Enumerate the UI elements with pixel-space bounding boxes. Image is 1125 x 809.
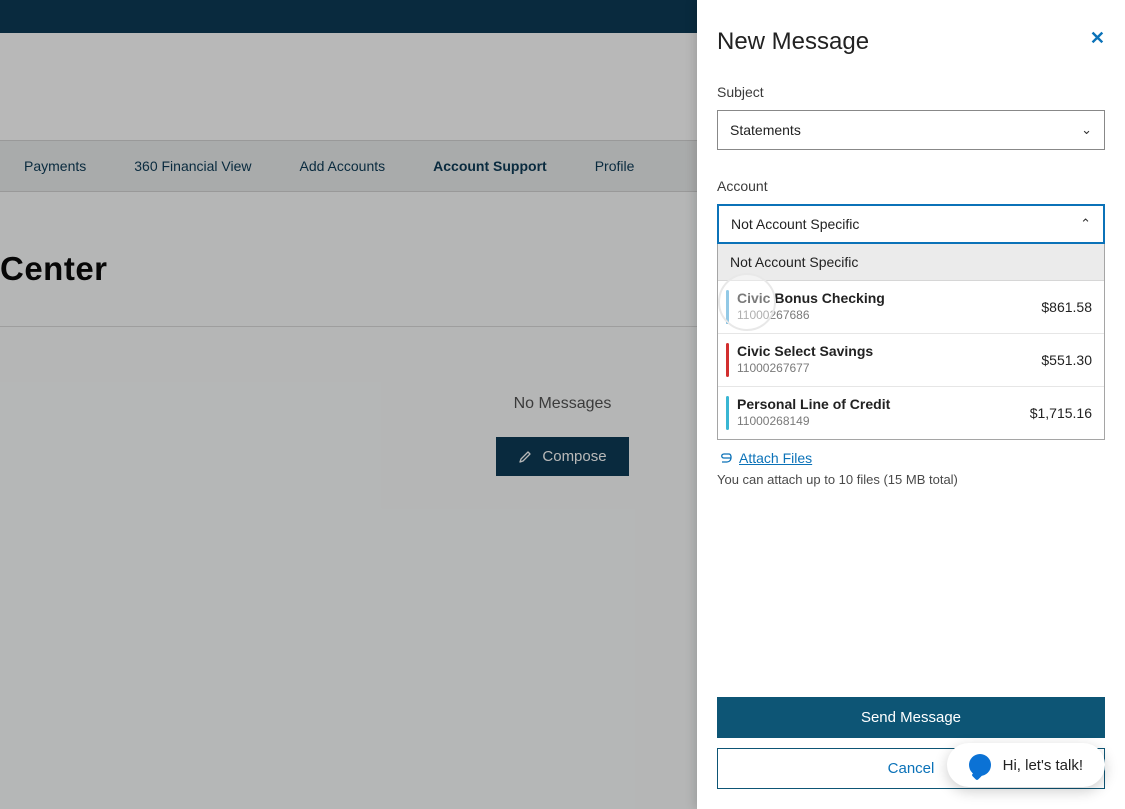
- send-message-button[interactable]: Send Message: [717, 697, 1105, 738]
- chevron-down-icon: ⌄: [1081, 122, 1092, 138]
- account-number: 11000268149: [737, 414, 890, 428]
- chat-icon: [969, 754, 991, 776]
- chat-widget[interactable]: Hi, let's talk!: [947, 743, 1105, 787]
- attach-files-link[interactable]: Attach Files: [717, 450, 812, 466]
- chat-text: Hi, let's talk!: [1003, 757, 1083, 774]
- attach-files-label: Attach Files: [739, 450, 812, 466]
- account-option[interactable]: Civic Select Savings 11000267677 $551.30: [718, 334, 1104, 387]
- chevron-up-icon: ⌃: [1080, 216, 1091, 232]
- close-icon[interactable]: ✕: [1090, 28, 1105, 49]
- subject-value: Statements: [730, 122, 801, 138]
- dropdown-option-none[interactable]: Not Account Specific: [718, 244, 1104, 281]
- account-option[interactable]: Personal Line of Credit 11000268149 $1,715…: [718, 387, 1104, 439]
- account-name: Civic Bonus Checking: [737, 290, 885, 306]
- account-option[interactable]: Civic Bonus Checking 11000267686 $861.58: [718, 281, 1104, 334]
- account-number: 11000267686: [737, 308, 885, 322]
- subject-label: Subject: [717, 84, 1105, 100]
- account-label: Account: [717, 178, 1105, 194]
- attach-hint: You can attach up to 10 files (15 MB tot…: [717, 472, 1105, 487]
- paperclip-icon: [717, 452, 733, 464]
- account-name: Civic Select Savings: [737, 343, 873, 359]
- account-select[interactable]: Not Account Specific ⌃: [717, 204, 1105, 244]
- account-number: 11000267677: [737, 361, 873, 375]
- account-name: Personal Line of Credit: [737, 396, 890, 412]
- account-dropdown: Not Account Specific Civic Bonus Checkin…: [717, 244, 1105, 440]
- account-value: Not Account Specific: [731, 216, 859, 232]
- panel-title: New Message: [717, 28, 869, 56]
- new-message-panel: New Message ✕ Subject Statements ⌄ Accou…: [697, 0, 1125, 809]
- account-balance: $861.58: [1041, 299, 1092, 315]
- account-balance: $551.30: [1041, 352, 1092, 368]
- subject-select[interactable]: Statements ⌄: [717, 110, 1105, 150]
- account-balance: $1,715.16: [1030, 405, 1092, 421]
